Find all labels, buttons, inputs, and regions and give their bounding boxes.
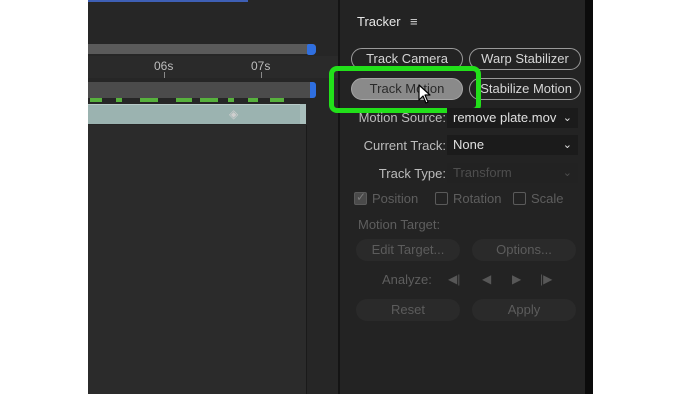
stabilize-motion-button[interactable]: Stabilize Motion <box>469 78 581 100</box>
letterbox-left <box>0 0 88 394</box>
tick-mark <box>261 72 262 78</box>
letterbox-right <box>593 0 700 394</box>
highlight-box <box>329 66 481 113</box>
timeline-empty-area <box>88 125 306 394</box>
work-area-end-handle[interactable] <box>307 44 316 55</box>
edit-target-button[interactable]: Edit Target... <box>356 239 460 261</box>
timeline-top-indicator <box>88 0 248 2</box>
analyze-forward-icon[interactable]: ▶ <box>512 272 521 286</box>
track-type-label: Track Type: <box>378 166 446 181</box>
clip-layer-bar[interactable] <box>88 104 306 124</box>
keyframe-marker <box>116 98 122 102</box>
hamburger-menu-icon[interactable]: ≡ <box>410 14 418 29</box>
mouse-cursor-icon <box>418 84 431 104</box>
keyframe-marker <box>200 98 218 102</box>
warp-stabilizer-button[interactable]: Warp Stabilizer <box>469 48 581 70</box>
timeline-divider <box>306 125 307 394</box>
track-type-value: Transform <box>453 165 512 180</box>
keyframe-marker <box>270 98 284 102</box>
current-track-label: Current Track: <box>363 138 446 153</box>
keyframe-marker <box>140 98 158 102</box>
tick-label-07s: 07s <box>251 59 271 73</box>
analyze-backward-icon[interactable]: ◀ <box>482 272 491 286</box>
time-ruler[interactable] <box>88 56 338 78</box>
apply-button[interactable]: Apply <box>472 299 576 321</box>
keyframe-marker <box>248 98 258 102</box>
clip-end-cap <box>300 104 306 124</box>
analyze-forward-one-frame-icon[interactable]: |▶ <box>540 272 552 286</box>
position-checkbox-label: Position <box>372 191 419 206</box>
rotation-checkbox[interactable] <box>435 192 448 205</box>
analyze-label: Analyze: <box>382 272 432 287</box>
tick-label-06s: 06s <box>154 59 174 73</box>
panel-title: Tracker <box>357 14 401 29</box>
anchor-diamond-icon[interactable]: ◈ <box>229 108 241 120</box>
position-checkbox[interactable] <box>354 190 367 205</box>
keyframe-marker <box>228 98 234 102</box>
tick-mark <box>164 72 165 78</box>
motion-source-value: remove plate.mov <box>453 110 557 125</box>
options-button[interactable]: Options... <box>472 239 576 261</box>
chevron-down-icon: ⌄ <box>562 167 572 179</box>
chevron-down-icon: ⌄ <box>562 112 572 124</box>
scale-checkbox[interactable] <box>513 192 526 205</box>
current-track-value: None <box>453 137 485 152</box>
work-area-bar[interactable] <box>88 44 316 54</box>
analyze-back-one-frame-icon[interactable]: ◀| <box>448 272 460 286</box>
rotation-checkbox-label: Rotation <box>453 191 502 206</box>
keyframe-marker <box>176 98 192 102</box>
motion-target-label: Motion Target: <box>358 217 441 232</box>
reset-button[interactable]: Reset <box>356 299 460 321</box>
keyframe-marker <box>90 98 102 102</box>
layer-out-point-handle[interactable] <box>310 82 316 98</box>
motion-source-dropdown[interactable]: remove plate.mov ⌄ <box>447 108 578 128</box>
scale-checkbox-label: Scale <box>531 191 564 206</box>
track-type-dropdown[interactable]: Transform ⌄ <box>447 163 578 183</box>
chevron-down-icon: ⌄ <box>562 139 572 151</box>
timeline-panel: 06s 07s <box>88 0 338 394</box>
motion-source-label: Motion Source: <box>358 110 446 125</box>
current-track-dropdown[interactable]: None ⌄ <box>447 135 578 155</box>
layer-duration-bar[interactable] <box>88 82 310 98</box>
